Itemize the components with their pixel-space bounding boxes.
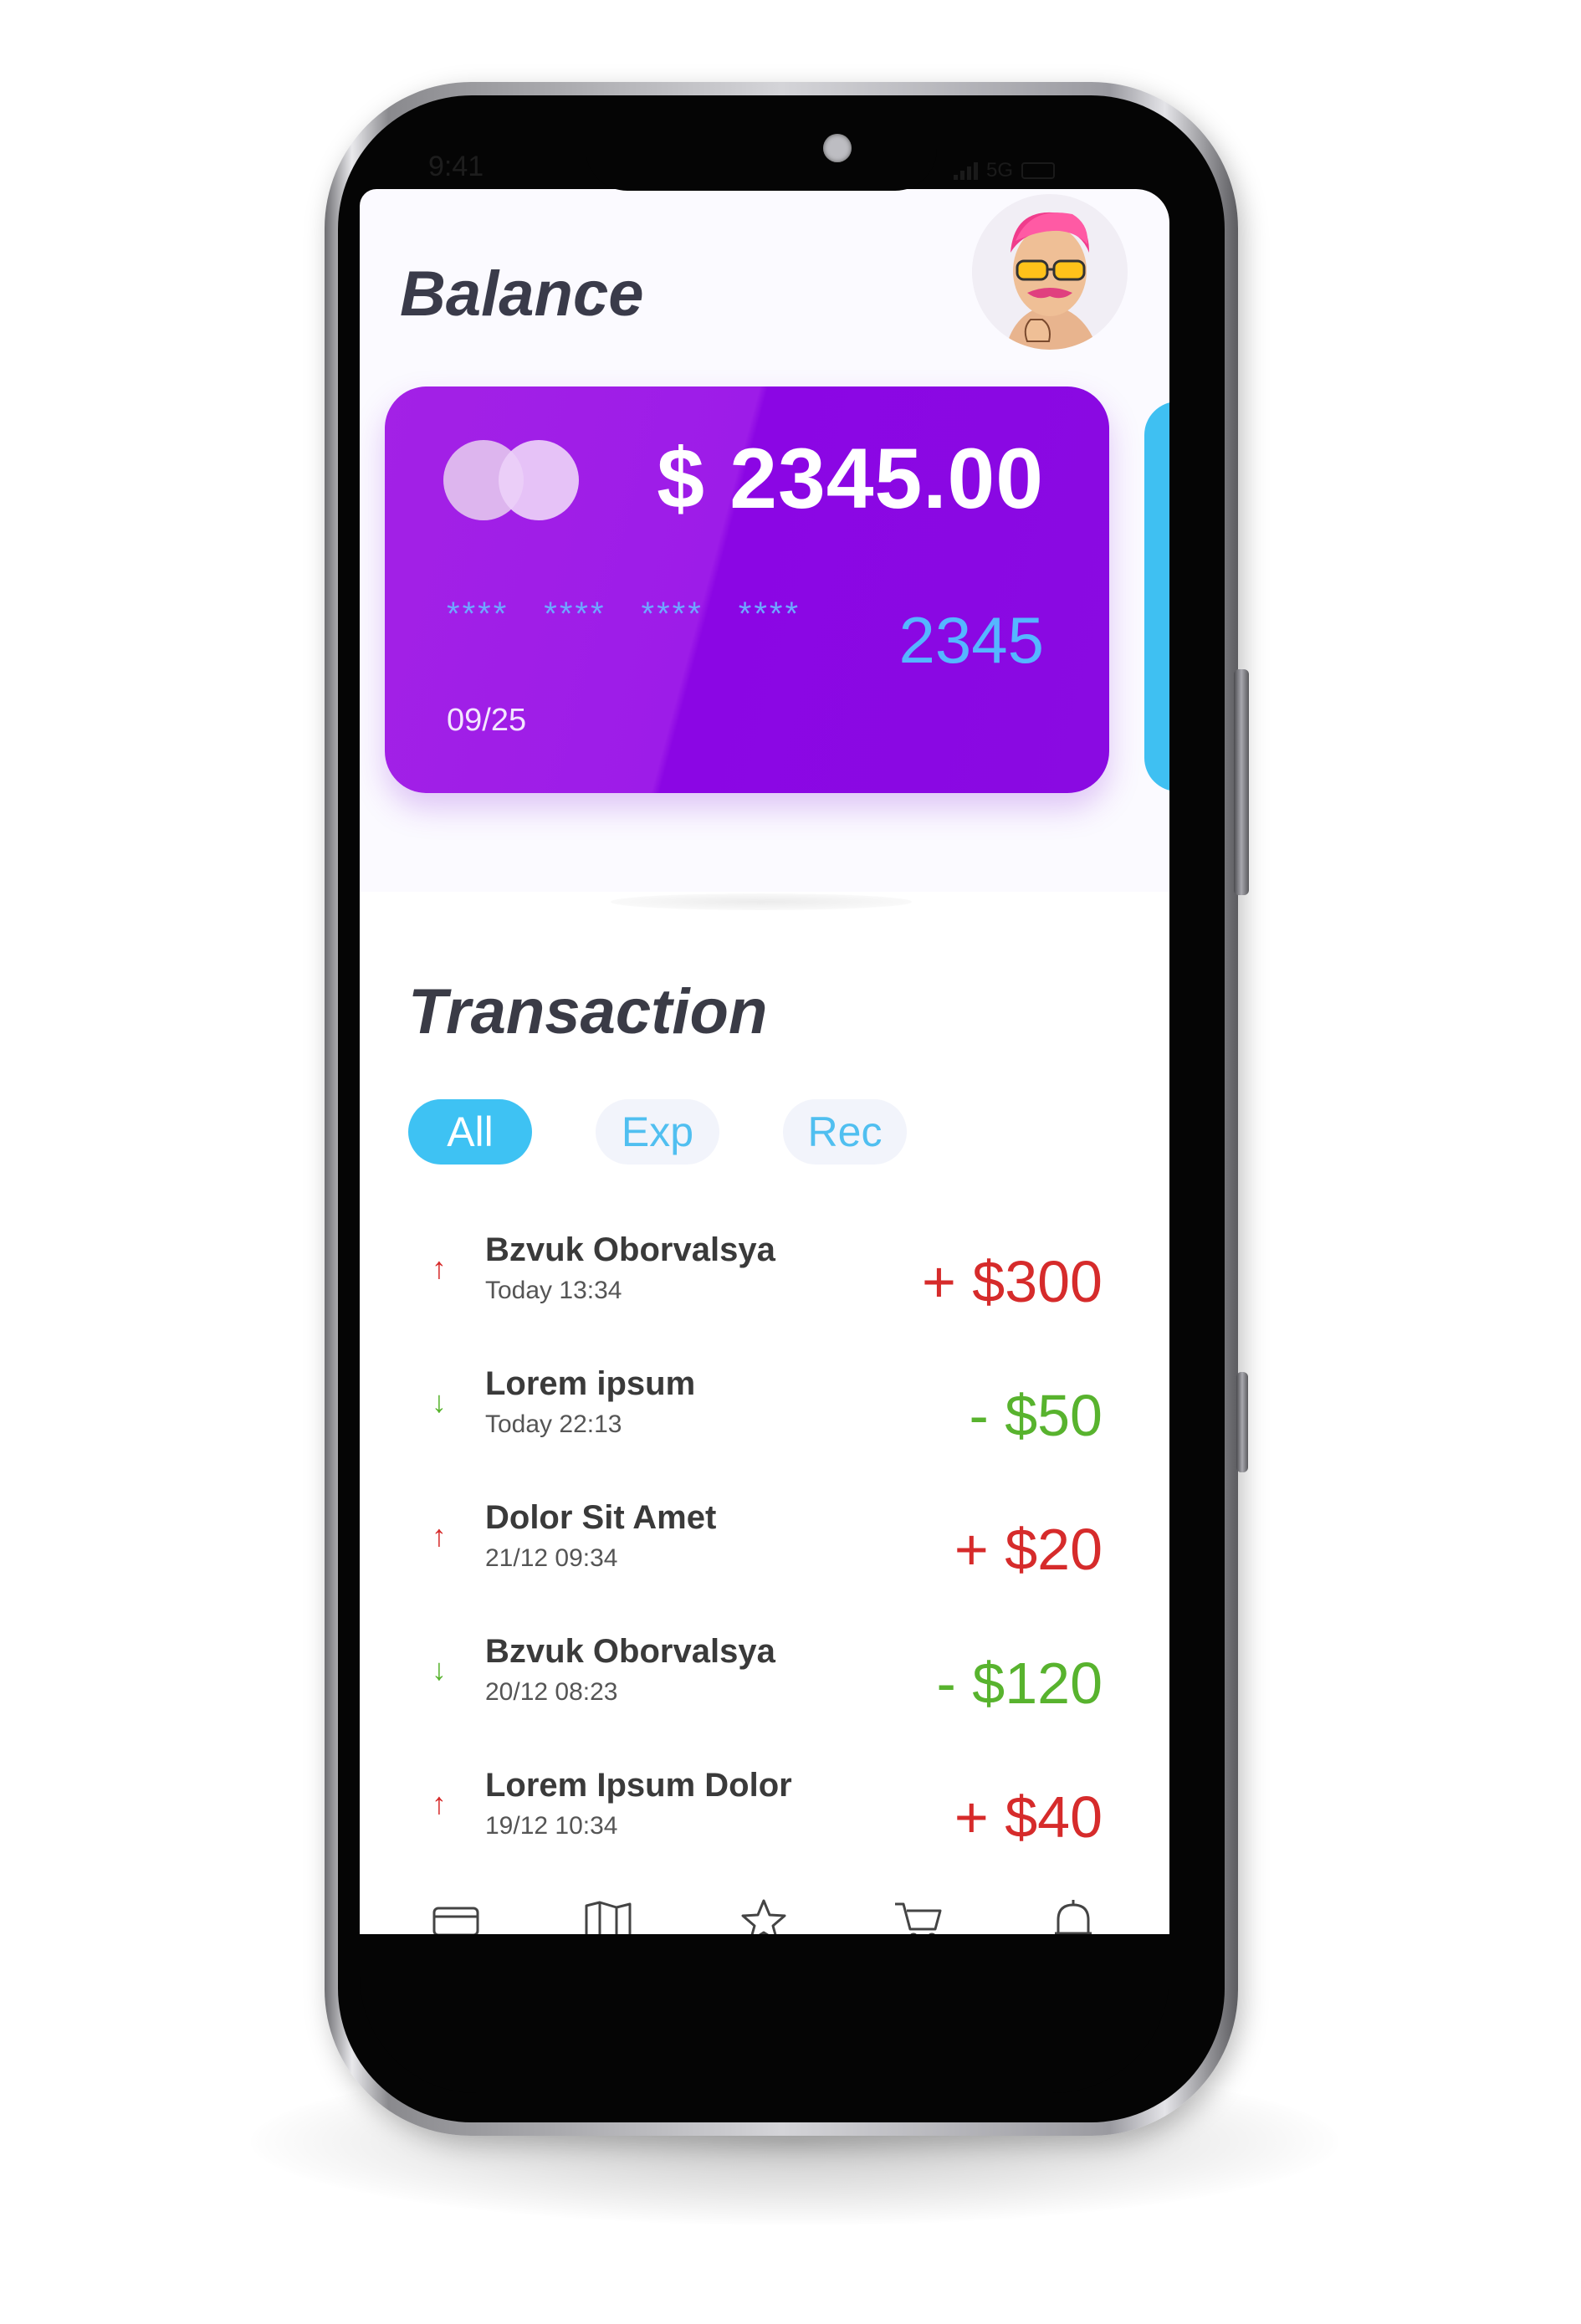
tab-exp[interactable]: Exp [596, 1099, 719, 1165]
transaction-amount: - $120 [936, 1651, 1103, 1716]
transaction-date: 19/12 10:34 [485, 1812, 618, 1840]
notch [586, 100, 937, 191]
tab-all[interactable]: All [408, 1099, 532, 1165]
status-indicators: 5G [954, 159, 1056, 182]
transaction-date: 20/12 08:23 [485, 1678, 618, 1706]
transaction-row[interactable]: ↑ Bzvuk Oborvalsya Today 13:34 + $300 [360, 1226, 1169, 1344]
transaction-date: 21/12 09:34 [485, 1544, 618, 1572]
card-mask-group: **** [544, 596, 606, 632]
signal-icon [954, 161, 978, 180]
card-logo-icon [443, 440, 581, 520]
avatar[interactable] [972, 194, 1128, 350]
transaction-date: Today 22:13 [485, 1410, 622, 1438]
power-button [1236, 1372, 1248, 1472]
transaction-row[interactable]: ↓ Lorem ipsum Today 22:13 - $50 [360, 1360, 1169, 1477]
section-title: Transaction [408, 976, 768, 1047]
transaction-amount: + $300 [921, 1249, 1103, 1314]
transaction-row[interactable]: ↑ Lorem Ipsum Dolor 19/12 10:34 + $40 [360, 1762, 1169, 1879]
avatar-icon [972, 194, 1128, 350]
arrow-up-icon: ↑ [432, 1786, 447, 1820]
arrow-up-icon: ↑ [432, 1518, 447, 1553]
card-expiry: 09/25 [447, 703, 527, 738]
next-card-peek[interactable] [1144, 402, 1169, 791]
arrow-down-icon: ↓ [432, 1385, 447, 1419]
filter-tabs: All Exp Rec [408, 1099, 994, 1175]
volume-button [1234, 669, 1249, 895]
card-mask-group: **** [641, 596, 704, 632]
card-mask-group: **** [738, 596, 801, 632]
app-screen: Balance $ 2345.00 **** **** **** **** 23… [360, 189, 1169, 1954]
arrow-up-icon: ↑ [432, 1251, 447, 1285]
screen-bottom-bezel [360, 1934, 1169, 2093]
balance-card[interactable]: $ 2345.00 **** **** **** **** 2345 09/25 [385, 386, 1109, 793]
transaction-name: Bzvuk Oborvalsya [485, 1633, 775, 1670]
transaction-amount: + $20 [954, 1517, 1103, 1582]
tab-rec[interactable]: Rec [783, 1099, 907, 1165]
card-mask-group: **** [447, 596, 509, 632]
transaction-amount: - $50 [969, 1383, 1103, 1448]
transaction-name: Dolor Sit Amet [485, 1499, 717, 1536]
page-title: Balance [400, 259, 644, 330]
arrow-down-icon: ↓ [432, 1652, 447, 1687]
panel-divider [611, 893, 912, 910]
card-last4: 2345 [898, 603, 1044, 677]
transaction-row[interactable]: ↓ Bzvuk Oborvalsya 20/12 08:23 - $120 [360, 1628, 1169, 1745]
transaction-name: Lorem ipsum [485, 1365, 696, 1402]
network-label: 5G [986, 159, 1014, 182]
transaction-name: Lorem Ipsum Dolor [485, 1767, 792, 1804]
transaction-date: Today 13:34 [485, 1277, 622, 1304]
transaction-name: Bzvuk Oborvalsya [485, 1231, 775, 1268]
transaction-row[interactable]: ↑ Dolor Sit Amet 21/12 09:34 + $20 [360, 1494, 1169, 1611]
front-camera [823, 134, 852, 162]
device-mockup: Balance $ 2345.00 **** **** **** **** 23… [0, 0, 1581, 2324]
card-number-mask: **** **** **** **** [447, 596, 801, 633]
status-time: 9:41 [428, 151, 484, 182]
transaction-amount: + $40 [954, 1784, 1103, 1850]
card-balance: $ 2345.00 [657, 431, 1044, 526]
battery-icon [1021, 162, 1056, 179]
